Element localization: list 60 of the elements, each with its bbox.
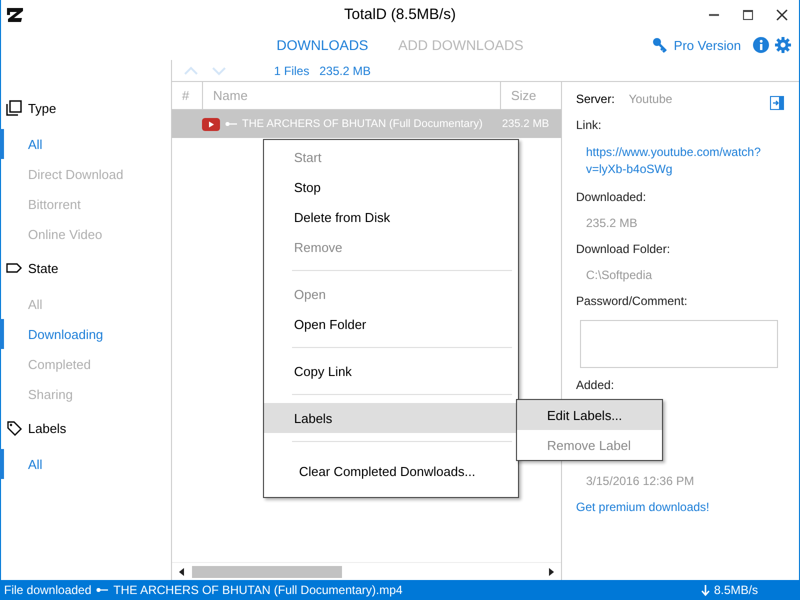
menu-item[interactable]: Clear Completed Donwloads...: [264, 450, 518, 492]
pro-version-link[interactable]: Pro Version: [652, 37, 741, 53]
field-label: Download Folder:: [576, 242, 670, 256]
field-label: Link:: [576, 118, 602, 132]
window-title: TotalD (8.5MB/s): [344, 6, 456, 23]
sidebar-item[interactable]: All: [0, 289, 170, 319]
field-label: Password/Comment:: [576, 294, 688, 308]
status-message: File downloaded: [4, 583, 92, 597]
server-value: Youtube: [628, 92, 672, 106]
field-value: C:\Softpedia: [585, 268, 652, 282]
menu-item[interactable]: Labels: [264, 403, 518, 433]
menu-item[interactable]: Edit Labels...: [517, 400, 662, 430]
file-name: THE ARCHERS OF BHUTAN (Full Documentary): [242, 118, 483, 130]
column-header[interactable]: Name: [202, 82, 500, 109]
sidebar-item[interactable]: Bittorrent: [0, 189, 170, 219]
maximize-icon: [742, 9, 754, 21]
download-speed: 8.5MB/s: [714, 583, 758, 597]
play-icon: [202, 118, 220, 130]
sidebar-item[interactable]: Downloading: [0, 319, 170, 349]
key-icon: [652, 37, 668, 53]
settings-icon[interactable]: [775, 37, 791, 53]
field-label: Downloaded:: [576, 190, 646, 204]
close-icon: [776, 9, 788, 21]
file-size: 235.2 MB: [502, 118, 550, 130]
tab[interactable]: ADD DOWNLOADS: [398, 35, 524, 55]
status-file: THE ARCHERS OF BHUTAN (Full Documentary).mp4: [113, 583, 403, 597]
link-url[interactable]: https://www.youtube.com/watch?v=lyXb-b4oSWg: [576, 144, 766, 178]
field-value: 3/15/2016 12:36 PM: [585, 474, 694, 488]
sidebar-item[interactable]: Sharing: [0, 379, 170, 409]
menu-item[interactable]: Copy Link: [264, 356, 518, 386]
total-size: 235.2 MB: [319, 64, 371, 78]
column-header[interactable]: #: [172, 82, 202, 109]
section-heading: State: [28, 260, 58, 276]
comment-field[interactable]: [580, 320, 778, 368]
field-label: Server:: [576, 92, 615, 106]
section-heading: Labels: [28, 420, 66, 436]
arrow-tail-icon: [225, 120, 237, 128]
field-label: Added:: [576, 378, 614, 392]
field-value: 235.2 MB: [585, 216, 638, 230]
menu-item[interactable]: Delete from Disk: [264, 202, 518, 232]
premium-link[interactable]: Get premium downloads!: [576, 500, 710, 514]
scrollbar-thumb[interactable]: [192, 566, 342, 578]
sidebar-item[interactable]: Completed: [0, 349, 170, 379]
sidebar-item[interactable]: Direct Download: [0, 159, 170, 189]
section-heading: Type: [28, 100, 56, 116]
squares-icon: [6, 100, 22, 116]
minimize-icon: [708, 14, 720, 16]
file-count: 1 Files: [274, 64, 310, 78]
column-header[interactable]: Size: [500, 82, 561, 109]
tab[interactable]: DOWNLOADS: [276, 35, 368, 55]
tag-icon: [6, 420, 22, 436]
info-icon[interactable]: [753, 37, 769, 53]
download-arrow-icon: [700, 584, 710, 596]
menu-item[interactable]: Stop: [264, 172, 518, 202]
arrow-tail-icon: [96, 586, 108, 594]
sidebar-item[interactable]: Online Video: [0, 219, 170, 249]
panel-exit-icon[interactable]: [770, 96, 784, 110]
menu-item[interactable]: Open Folder: [264, 309, 518, 339]
logo-icon: [6, 6, 24, 24]
sidebar-item[interactable]: All: [0, 449, 170, 479]
